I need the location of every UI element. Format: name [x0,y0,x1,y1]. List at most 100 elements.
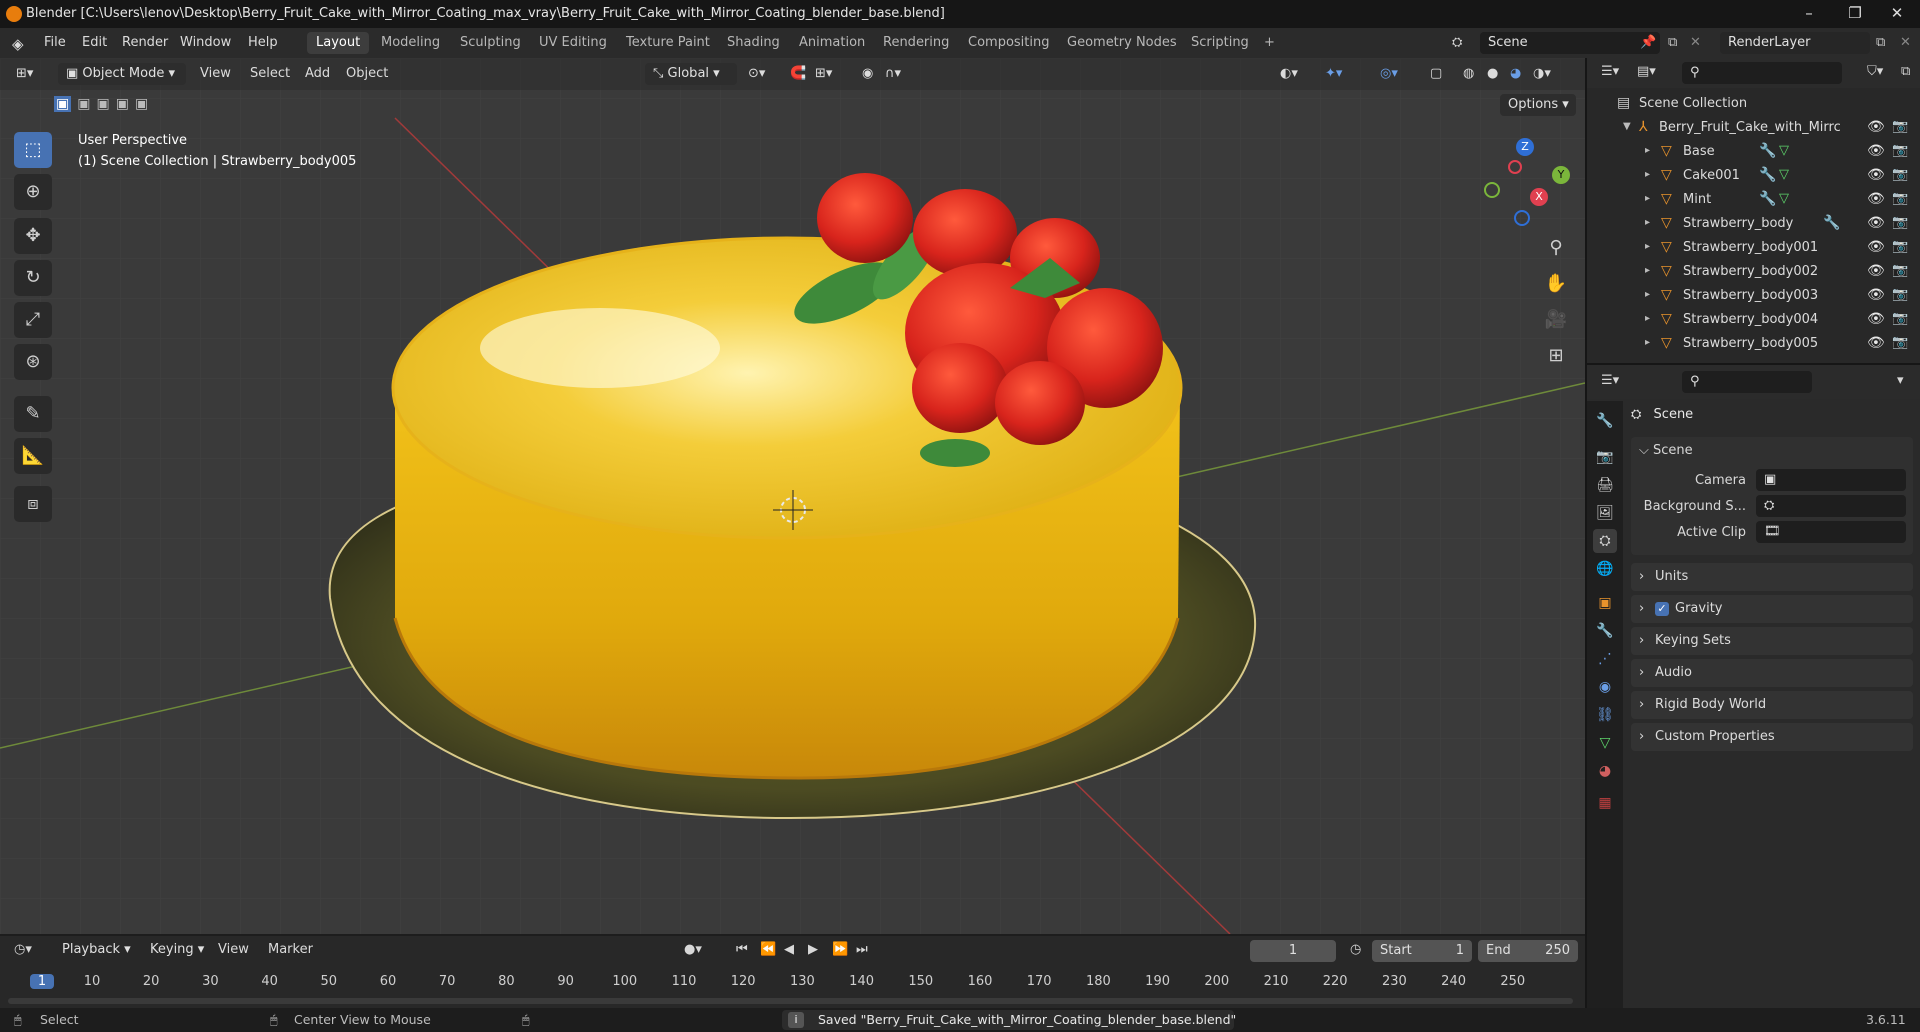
tab-texture-paint[interactable]: Texture Paint [617,32,719,54]
tab-layout[interactable]: Layout [307,32,370,54]
menu-edit[interactable]: Edit [82,35,107,50]
outliner-item[interactable]: ▸ ▽ Mint 🔧 ▽ 👁 📷 [1587,188,1920,212]
tab-uv-editing[interactable]: UV Editing [530,32,616,54]
outliner-scene-collection[interactable]: ▤ Scene Collection [1587,92,1920,116]
render-camera-icon[interactable]: 📷 [1892,263,1908,278]
jump-end-icon[interactable]: ⏭ [856,942,868,957]
add-cube-tool-icon[interactable]: ⧈ [14,486,52,522]
menu-file[interactable]: File [44,35,66,50]
tab-sculpting[interactable]: Sculpting [451,32,530,54]
end-frame-field[interactable]: End 250 [1478,940,1578,962]
viewport-menu-view[interactable]: View [200,66,231,81]
expand-arrow-icon[interactable]: ▼ [1623,121,1631,132]
mesh-data-icon[interactable]: ▽ [1779,167,1789,182]
mode-selector[interactable]: ▣ Object Mode ▾ [58,63,186,85]
camera-view-icon[interactable]: 🎥 [1540,304,1572,336]
properties-editor-icon[interactable]: ☰▾ [1601,373,1619,388]
pan-hand-icon[interactable]: ✋ [1540,268,1572,300]
panel-rigid-body-world[interactable]: › Rigid Body World [1631,691,1913,719]
new-scene-icon[interactable]: ⧉ [1668,35,1677,50]
scene-tab-icon[interactable]: ⛭ [1593,529,1617,553]
visibility-icon[interactable]: ◐▾ [1280,66,1298,81]
rotate-tool-icon[interactable]: ↻ [14,260,52,296]
expand-arrow-icon[interactable]: ▸ [1645,241,1650,252]
render-camera-icon[interactable]: 📷 [1892,215,1908,230]
visibility-eye-icon[interactable]: 👁 [1867,335,1885,351]
outliner-item[interactable]: ▸ ▽ Strawberry_body003 👁 📷 [1587,284,1920,308]
select-box-tool-icon[interactable]: ⬚ [14,132,52,168]
preview-range-icon[interactable]: ◷ [1350,942,1361,957]
panel-custom-properties[interactable]: › Custom Properties [1631,723,1913,751]
minimize-button[interactable]: – [1786,0,1832,28]
restore-button[interactable]: ❐ [1832,0,1878,28]
expand-arrow-icon[interactable]: ▸ [1645,169,1650,180]
solid-shading-icon[interactable]: ● [1487,66,1498,81]
display-mode-icon[interactable]: ▤▾ [1637,64,1656,79]
view-layer-tab-icon[interactable]: 🖼 [1593,501,1617,525]
blender-menu-icon[interactable]: ◈ [12,35,24,53]
menu-render[interactable]: Render [122,35,168,50]
orientation-selector[interactable]: ⤡ Global ▾ [645,63,737,85]
proportional-icon[interactable]: ◉ [862,66,873,81]
constraints-tab-icon[interactable]: ⛓ [1593,703,1617,727]
render-camera-icon[interactable]: 📷 [1892,143,1908,158]
viewport-menu-add[interactable]: Add [305,66,330,81]
timeline-marker-menu[interactable]: Marker [268,942,313,957]
world-tab-icon[interactable]: 🌐 [1593,557,1617,581]
gizmo-neg-y[interactable] [1484,182,1500,198]
camera-field[interactable]: ▣ [1756,469,1906,491]
pivot-icon[interactable]: ⊙▾ [748,66,765,81]
render-tab-icon[interactable]: 📷 [1593,445,1617,469]
play-reverse-icon[interactable]: ◀ [784,942,794,957]
render-camera-icon[interactable]: 📷 [1892,119,1908,134]
modifier-wrench-icon[interactable]: 🔧 [1759,191,1776,207]
timeline-scrollbar[interactable] [8,998,1573,1004]
mesh-data-icon[interactable]: ▽ [1779,143,1789,158]
properties-options-icon[interactable]: ▾ [1897,373,1904,388]
measure-tool-icon[interactable]: 📐 [14,438,52,474]
scene-selector[interactable]: Scene [1480,32,1660,54]
rendered-shading-icon[interactable]: ◑▾ [1533,66,1551,81]
visibility-eye-icon[interactable]: 👁 [1867,311,1885,327]
visibility-eye-icon[interactable]: 👁 [1867,191,1885,207]
tab-compositing[interactable]: Compositing [959,32,1059,54]
gizmo-z-axis[interactable]: Z [1516,138,1534,156]
visibility-eye-icon[interactable]: 👁 [1867,119,1885,135]
outliner-item[interactable]: ▸ ▽ Base 🔧 ▽ 👁 📷 [1587,140,1920,164]
outliner-item[interactable]: ▸ ▽ Strawberry_body004 👁 📷 [1587,308,1920,332]
visibility-eye-icon[interactable]: 👁 [1867,239,1885,255]
expand-arrow-icon[interactable]: ▸ [1645,265,1650,276]
perspective-toggle-icon[interactable]: ⊞ [1540,340,1572,372]
render-camera-icon[interactable]: 📷 [1892,191,1908,206]
record-icon[interactable]: ●▾ [684,942,702,957]
render-camera-icon[interactable]: 📷 [1892,167,1908,182]
gizmo-toggle-icon[interactable]: ✦▾ [1325,66,1342,81]
expand-arrow-icon[interactable]: ▸ [1645,313,1650,324]
modifier-wrench-icon[interactable]: 🔧 [1759,167,1776,183]
gizmo-x-axis[interactable]: X [1530,188,1548,206]
wireframe-shading-icon[interactable]: ◍ [1463,66,1474,81]
new-collection-icon[interactable]: ⧉ [1901,64,1910,79]
outliner-collection-row[interactable]: ▼ ⅄ Berry_Fruit_Cake_with_Mirrc 👁 📷 [1587,116,1920,140]
modifier-tab-icon[interactable]: 🔧 [1593,619,1617,643]
new-layer-icon[interactable]: ⧉ [1876,35,1885,50]
properties-search-input[interactable]: ⚲ [1682,371,1812,393]
snap-target-icon[interactable]: ⊞▾ [815,66,832,81]
falloff-icon[interactable]: ∩▾ [885,66,901,81]
material-tab-icon[interactable]: ◕ [1593,759,1617,783]
prev-keyframe-icon[interactable]: ⏪ [760,942,776,957]
modifier-wrench-icon[interactable]: 🔧 [1759,143,1776,159]
expand-arrow-icon[interactable]: ▸ [1645,217,1650,228]
outliner-item[interactable]: ▸ ▽ Cake001 🔧 ▽ 👁 📷 [1587,164,1920,188]
expand-arrow-icon[interactable]: ▸ [1645,337,1650,348]
navigation-gizmo[interactable]: Z Y X [1470,130,1580,240]
tool-tab-icon[interactable]: 🔧 [1593,409,1617,433]
menu-help[interactable]: Help [248,35,278,50]
remove-scene-icon[interactable]: ✕ [1690,35,1701,50]
expand-arrow-icon[interactable]: ▸ [1645,289,1650,300]
visibility-eye-icon[interactable]: 👁 [1867,263,1885,279]
jump-start-icon[interactable]: ⏮ [736,942,748,957]
tab-modeling[interactable]: Modeling [372,32,449,54]
tab-scripting[interactable]: Scripting [1182,32,1258,54]
render-camera-icon[interactable]: 📷 [1892,335,1908,350]
